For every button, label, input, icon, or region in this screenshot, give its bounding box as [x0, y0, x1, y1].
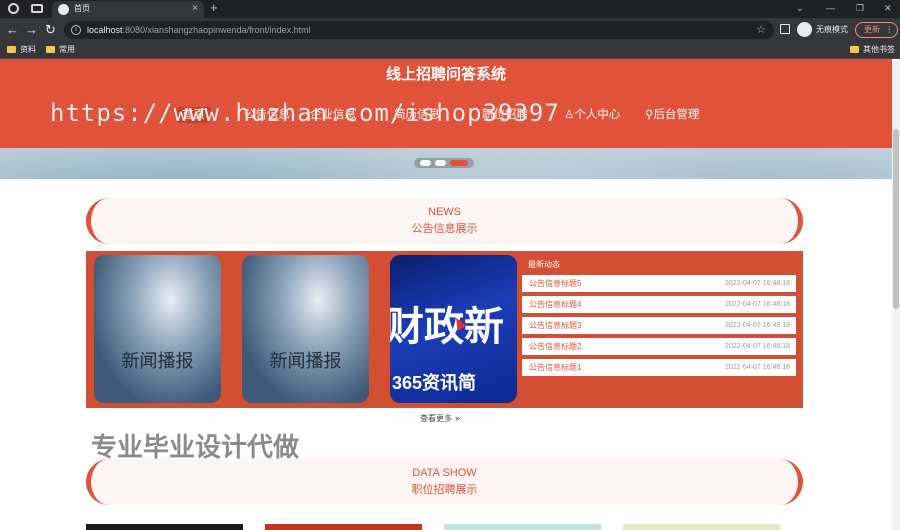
news-item-date: 2022-04-07 16:48:18 — [725, 301, 790, 308]
news-item-title: 公告信息标题1 — [529, 363, 582, 372]
news-list-item[interactable]: 公告信息标题2 2022-04-07 16:48:18 — [522, 338, 796, 355]
bookmark-label: 资料 — [20, 45, 36, 54]
news-list-item[interactable]: 公告信息标题3 2022-04-07 16:48:18 — [522, 317, 796, 334]
carousel-dot[interactable] — [420, 160, 431, 166]
user-icon: ♙ — [564, 109, 575, 121]
double-chevron-right-icon: » — [455, 413, 461, 423]
news-list-item[interactable]: 公告信息标题1 2022-04-07 16:48:18 — [522, 359, 796, 376]
url-path: :8080/xianshangzhaopinwenda/front/index.… — [122, 25, 311, 35]
news-card[interactable]: 新闻播报 — [94, 255, 221, 403]
chevron-down-icon[interactable]: ⌄ — [796, 1, 804, 15]
news-item-title: 公告信息标题4 — [529, 300, 582, 309]
incognito-icon[interactable] — [797, 22, 812, 37]
tv-headline: 财政新 — [390, 305, 504, 349]
section-title-cn: 公告信息展示 — [411, 223, 478, 235]
browser-toolbar: ← → ↻ i localhost:8080/xianshangzhaopinw… — [0, 18, 900, 42]
section-title-cn: 职位招聘展示 — [411, 484, 478, 496]
browser-tab[interactable]: 首页 × — [52, 1, 204, 18]
tv-subline: 365资讯简 — [392, 373, 477, 393]
back-icon[interactable]: ← — [6, 22, 19, 38]
tab-search-icon[interactable] — [31, 4, 43, 13]
news-item-title: 公告信息标题3 — [529, 321, 582, 330]
data-section-header: DATA SHOW 职位招聘展示 — [86, 459, 803, 505]
view-more-label: 查看更多 — [420, 414, 452, 423]
nav-label: 后台管理 — [653, 109, 700, 121]
news-item-date: 2022-04-07 16:48:18 — [725, 343, 790, 350]
news-item-title: 公告信息标题5 — [529, 279, 582, 288]
page-scrollbar[interactable] — [892, 59, 900, 530]
site-title: 线上招聘问答系统 — [385, 66, 506, 83]
folder-icon — [46, 46, 55, 53]
folder-icon — [850, 46, 859, 53]
nav-label: 个人中心 — [574, 109, 621, 121]
watermark: https://www.huzhan.com/ishop39397 — [50, 99, 560, 127]
carousel-indicators — [414, 158, 474, 168]
news-section-header: NEWS 公告信息展示 — [86, 198, 803, 244]
globe-icon — [58, 4, 69, 15]
update-label: 更新 — [864, 25, 880, 34]
carousel-dot[interactable] — [435, 160, 446, 166]
browser-tab-bar: 首页 × + ⌄ — ❐ ✕ — [0, 0, 900, 18]
incognito-label: 无痕模式 — [816, 25, 848, 34]
info-icon[interactable]: i — [71, 25, 81, 35]
bookmarks-bar: 资料 常用 其他书签 — [0, 42, 900, 59]
site-header: 线上招聘问答系统 首页 公告信息 企业信息 简历信息 职位招聘 ♙个人中心 ⚲后… — [0, 59, 892, 148]
tab-title: 首页 — [74, 4, 90, 13]
news-item-date: 2022-04-07 16:48:18 — [725, 322, 790, 329]
news-card-caption: 新闻播报 — [121, 351, 194, 371]
new-tab-button[interactable]: + — [210, 0, 218, 16]
news-panel: 新闻播报 新闻播报 财政新 365资讯简 最新动态 公告信息标题5 2022-0… — [86, 251, 803, 408]
other-bookmarks-label: 其他书签 — [863, 45, 895, 54]
page-viewport: 线上招聘问答系统 首页 公告信息 企业信息 简历信息 职位招聘 ♙个人中心 ⚲后… — [0, 59, 892, 530]
news-item-date: 2022-04-07 16:48:18 — [725, 280, 790, 287]
section-title-en: NEWS — [428, 206, 461, 218]
side-panel-icon[interactable] — [780, 24, 790, 34]
nav-item-personal-center[interactable]: ♙个人中心 — [564, 107, 620, 123]
minimize-icon[interactable]: — — [826, 1, 835, 15]
carousel-dot-active[interactable] — [450, 160, 468, 166]
browser-menu-icon[interactable] — [8, 3, 19, 14]
folder-icon — [7, 46, 16, 53]
bookmark-folder[interactable]: 常用 — [46, 44, 75, 56]
news-card-caption: 新闻播报 — [269, 351, 342, 371]
job-thumbnail[interactable] — [444, 524, 601, 530]
other-bookmarks[interactable]: 其他书签 — [850, 44, 895, 56]
news-list-item[interactable]: 公告信息标题5 2022-04-07 16:48:18 — [522, 275, 796, 292]
url-host: localhost — [87, 25, 123, 35]
nav-item-admin[interactable]: ⚲后台管理 — [645, 107, 699, 123]
job-thumbnail[interactable] — [265, 524, 422, 530]
job-thumbnail[interactable] — [623, 524, 780, 530]
window-close-icon[interactable]: ✕ — [884, 1, 892, 15]
latest-news-title: 最新动态 — [528, 260, 560, 269]
bookmark-label: 常用 — [59, 45, 75, 54]
news-item-date: 2022-04-07 16:48:18 — [725, 364, 790, 371]
update-button[interactable]: 更新 ⋮ — [855, 22, 898, 38]
news-card[interactable]: 财政新 365资讯简 — [390, 255, 517, 403]
address-bar[interactable]: i localhost:8080/xianshangzhaopinwenda/f… — [64, 21, 774, 39]
news-card[interactable]: 新闻播报 — [242, 255, 369, 403]
forward-icon[interactable]: → — [25, 22, 38, 38]
job-thumbnail[interactable] — [86, 524, 243, 530]
bookmark-folder[interactable]: 资料 — [7, 44, 36, 56]
url-text[interactable]: localhost:8080/xianshangzhaopinwenda/fro… — [87, 25, 311, 36]
restore-icon[interactable]: ❐ — [856, 1, 864, 15]
section-title-en: DATA SHOW — [412, 467, 477, 479]
view-more-link[interactable]: 查看更多» — [420, 413, 460, 424]
scrollbar-thumb[interactable] — [893, 129, 899, 309]
close-icon[interactable]: × — [192, 3, 198, 15]
news-item-title: 公告信息标题2 — [529, 342, 582, 351]
news-list-item[interactable]: 公告信息标题4 2022-04-07 16:48:18 — [522, 296, 796, 313]
bookmark-star-icon[interactable]: ☆ — [756, 23, 766, 37]
more-menu-icon[interactable]: ⋮ — [885, 25, 893, 34]
reload-icon[interactable]: ↻ — [45, 22, 56, 38]
